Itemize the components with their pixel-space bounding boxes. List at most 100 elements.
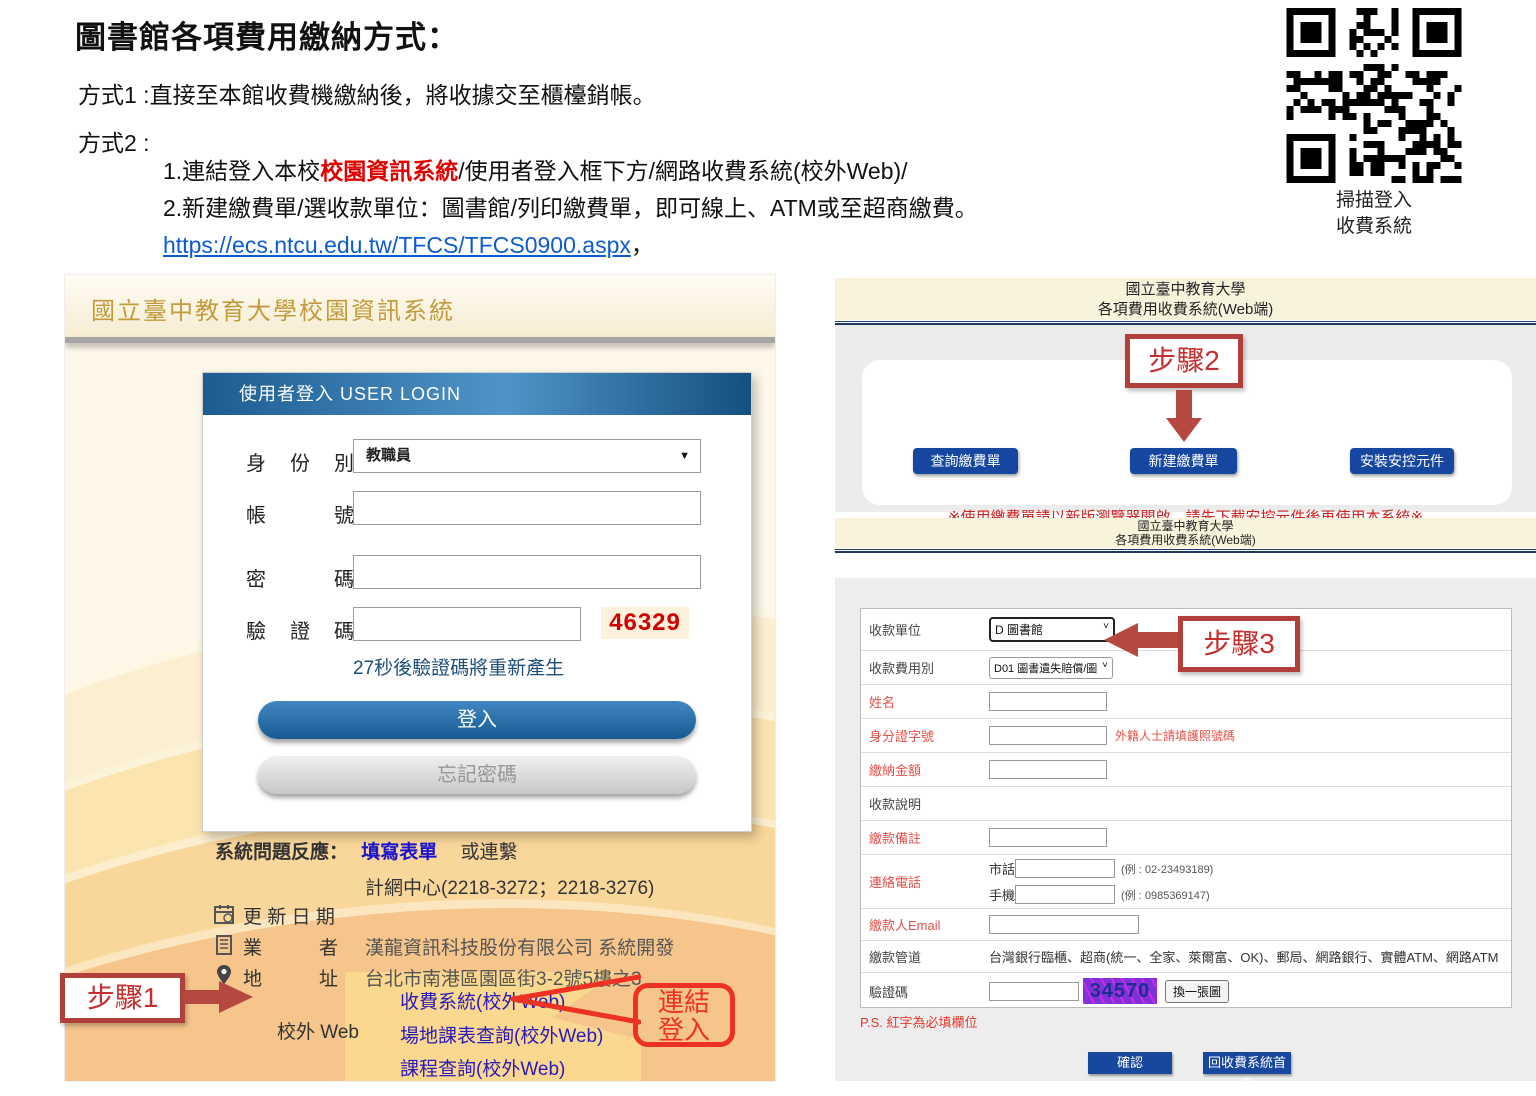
- form-captcha-value: 34570: [1090, 980, 1151, 1002]
- email-input[interactable]: [989, 915, 1139, 934]
- page: { "intro": { "title": "圖書館各項費用繳納方式：", "m…: [0, 0, 1536, 1081]
- query-bill-button[interactable]: 查詢繳費單: [913, 448, 1018, 474]
- forgot-password-button[interactable]: 忘記密碼: [258, 756, 696, 794]
- vendor-label: 業 者: [243, 933, 338, 960]
- login-button[interactable]: 登入: [258, 701, 696, 739]
- required-fields-note: P.S. 紅字為必填欄位: [860, 1012, 978, 1031]
- captcha-image: 46329: [601, 607, 689, 639]
- calendar-icon: [213, 903, 235, 930]
- or-contact-text: 或連繫: [461, 842, 518, 863]
- name-input[interactable]: [989, 692, 1107, 711]
- row-phone: 連絡電話 市話 (例 : 02-23493189) 手機 (例 : 098536…: [861, 855, 1511, 909]
- password-label: 密 碼: [246, 563, 356, 592]
- channel-value: 台灣銀行臨櫃、超商(統一、全家、萊爾富、OK)、郵局、網路銀行、實體ATM、網路…: [989, 947, 1498, 966]
- portal-title: 國立臺中教育大學校園資訊系統: [65, 275, 775, 326]
- url-line: https://ecs.ntcu.edu.tw/TFCS/TFCS0900.as…: [163, 226, 654, 260]
- network-center-line: 計網中心(2218-3272；2218-3276): [365, 873, 654, 900]
- login-panel-title: 使用者登入 USER LOGIN: [203, 373, 751, 415]
- portal-header-divider: [65, 337, 775, 343]
- fees-form-screenshot: 國立臺中教育大學 各項費用收費系統(Web端) 收款單位 D 圖書館 ˅ 收款費…: [835, 518, 1536, 1081]
- qr-caption-line2: 收費系統: [1283, 214, 1465, 240]
- amount-label: 繳納金額: [869, 760, 989, 779]
- method1-text: 方式1 :直接至本館收費機繳納後，將收據交至櫃檯銷帳。: [78, 76, 656, 110]
- method2-step1-highlight: 校園資訊系統: [320, 158, 458, 184]
- feetype-selected-value: D01 圖書遺失賠償/圖: [994, 663, 1097, 675]
- step1-arrow-icon: [183, 980, 253, 1014]
- captcha-input[interactable]: [353, 607, 581, 641]
- feetype-select[interactable]: D01 圖書遺失賠償/圖 ˅: [989, 657, 1113, 679]
- row-name: 姓名: [861, 685, 1511, 719]
- method2-step1: 1.連結登入本校校園資訊系統/使用者登入框下方/網路收費系統(校外Web)/: [163, 152, 908, 186]
- step2-annotation: 步驟2: [1125, 334, 1243, 388]
- phone-fields: 市話 (例 : 02-23493189) 手機 (例 : 0985369147): [989, 856, 1213, 908]
- step3-arrow-icon: [1104, 622, 1178, 658]
- captcha-refresh-button[interactable]: 換一張圖: [1165, 980, 1229, 1003]
- update-date-label: 更 新 日 期: [243, 902, 335, 929]
- description-label: 收款說明: [869, 794, 989, 813]
- captcha-refresh-hint: 27秒後驗證碼將重新產生: [353, 653, 564, 680]
- city-phone-hint: (例 : 02-23493189): [1121, 861, 1213, 877]
- form-captcha-image: 34570: [1083, 978, 1157, 1004]
- city-phone-input[interactable]: [1015, 859, 1115, 878]
- fees-home-header-line2: 各項費用收費系統(Web端): [835, 300, 1536, 320]
- fees-home-header-line1: 國立臺中教育大學: [835, 280, 1536, 300]
- captcha-label: 驗 證 碼: [246, 615, 356, 644]
- link-course-query[interactable]: 課程查詢(校外Web): [400, 1054, 565, 1081]
- feedback-row: 系統問題反應： 填寫表單 或連繫: [215, 837, 518, 864]
- caret-down-icon: ▼: [679, 440, 690, 472]
- row-description: 收款說明: [861, 787, 1511, 821]
- id-number-label: 身分證字號: [869, 726, 989, 745]
- identity-select[interactable]: 教職員 ▼: [353, 439, 701, 473]
- payment-url-link[interactable]: https://ecs.ntcu.edu.tw/TFCS/TFCS0900.as…: [163, 232, 631, 258]
- portal-screenshot: 國立臺中教育大學校園資訊系統 使用者登入 USER LOGIN 身 份 別 教職…: [65, 275, 775, 1081]
- identity-selected-value: 教職員: [366, 447, 411, 464]
- id-number-hint: 外籍人士請填護照號碼: [1115, 727, 1235, 744]
- qr-caption-line1: 掃描登入: [1283, 188, 1465, 214]
- id-number-input[interactable]: [989, 726, 1107, 745]
- account-label: 帳 號: [246, 499, 356, 528]
- password-input[interactable]: [353, 555, 701, 589]
- chevron-down-icon: ˅: [1102, 660, 1108, 671]
- form-captcha-input[interactable]: [989, 982, 1079, 1001]
- external-web-label: 校外 Web: [277, 1017, 359, 1044]
- qr-code: [1283, 8, 1465, 183]
- mobile-phone-hint: (例 : 0985369147): [1121, 887, 1210, 903]
- qr-block: 掃描登入 收費系統: [1283, 8, 1465, 240]
- identity-label: 身 份 別: [246, 447, 356, 476]
- account-input[interactable]: [353, 491, 701, 525]
- back-to-home-button[interactable]: 回收費系統首頁: [1203, 1052, 1291, 1074]
- fees-form-navy-bar: [835, 549, 1536, 553]
- fees-home-header: 國立臺中教育大學 各項費用收費系統(Web端): [835, 278, 1536, 320]
- address-label: 地 址: [243, 964, 338, 991]
- method2-step1-pre: 1.連結登入本校: [163, 158, 320, 184]
- step1-annotation: 步驟1: [60, 973, 185, 1023]
- portal-header: 國立臺中教育大學校園資訊系統: [65, 275, 775, 337]
- unit-label: 收款單位: [869, 620, 989, 639]
- row-note: 繳款備註: [861, 821, 1511, 855]
- phone-label: 連絡電話: [869, 872, 989, 891]
- fees-form-header-line2: 各項費用收費系統(Web端): [835, 533, 1536, 547]
- email-label: 繳款人Email: [869, 915, 989, 934]
- note-label: 繳款備註: [869, 828, 989, 847]
- vendor-value: 漢龍資訊科技股份有限公司 系統開發: [365, 933, 674, 960]
- fees-form-header: 國立臺中教育大學 各項費用收費系統(Web端): [835, 518, 1536, 548]
- mobile-phone-input[interactable]: [1015, 885, 1115, 904]
- row-channel: 繳款管道 台灣銀行臨櫃、超商(統一、全家、萊爾富、OK)、郵局、網路銀行、實體A…: [861, 941, 1511, 973]
- confirm-button[interactable]: 確認: [1088, 1052, 1172, 1074]
- method2-label: 方式2 :: [78, 124, 150, 158]
- note-input[interactable]: [989, 828, 1107, 847]
- create-bill-button[interactable]: 新建繳費單: [1130, 448, 1237, 474]
- row-captcha: 驗證碼 34570 換一張圖: [861, 973, 1511, 1009]
- feedback-label: 系統問題反應：: [215, 842, 348, 863]
- row-amount: 繳納金額: [861, 753, 1511, 787]
- method2-step1-post: /使用者登入框下方/網路收費系統(校外Web)/: [458, 158, 907, 184]
- unit-select[interactable]: D 圖書館 ˅: [989, 617, 1115, 642]
- feedback-form-link[interactable]: 填寫表單: [361, 842, 437, 863]
- row-email: 繳款人Email: [861, 909, 1511, 941]
- link-login-pointer-icon: [505, 972, 641, 1028]
- step3-annotation: 步驟3: [1178, 616, 1300, 672]
- install-plugin-button[interactable]: 安裝安控元件: [1350, 448, 1454, 474]
- method2-step2: 2.新建繳費單/選收款單位：圖書館/列印繳費單，即可線上、ATM或至超商繳費。: [163, 189, 978, 223]
- amount-input[interactable]: [989, 760, 1107, 779]
- login-panel: 使用者登入 USER LOGIN 身 份 別 教職員 ▼ 帳 號 密 碼 驗 證…: [202, 372, 752, 832]
